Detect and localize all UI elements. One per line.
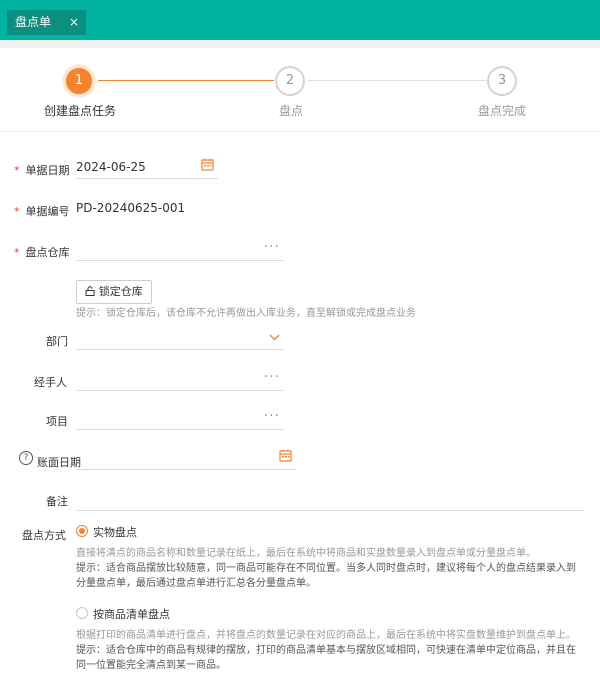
project-field[interactable]: ···: [76, 406, 284, 430]
warehouse-label: * 盘点仓库: [14, 246, 70, 259]
step-connector-pending: [308, 80, 486, 81]
tab-stocktake[interactable]: 盘点单 ×: [7, 10, 86, 35]
remark-label: 备注: [46, 495, 68, 508]
close-icon[interactable]: ×: [69, 10, 79, 35]
department-select[interactable]: [76, 326, 284, 350]
chevron-down-icon[interactable]: [269, 326, 280, 359]
top-bar: 盘点单 ×: [0, 0, 600, 40]
step-2-indicator: 2: [275, 66, 305, 96]
step-1-label: 创建盘点任务: [44, 104, 117, 118]
handler-field[interactable]: ···: [76, 367, 284, 391]
step-1-indicator: 1: [64, 66, 94, 96]
more-icon[interactable]: ···: [264, 237, 280, 257]
method-list-label[interactable]: 按商品清单盘点: [93, 606, 170, 622]
doc-date-value: 2024-06-25: [76, 160, 146, 174]
calendar-icon[interactable]: [201, 155, 214, 179]
lock-icon: [85, 285, 99, 298]
method-list-tip-line: 同一位置能完全清点到某一商品。: [76, 660, 226, 671]
calendar-icon[interactable]: [279, 446, 292, 470]
method-label: 盘点方式: [22, 529, 66, 542]
method-physical-tip-line: 提示：适合商品摆放比较随意，同一商品可能存在不同位置。当多人同时盘点时，建议将每…: [76, 563, 576, 574]
method-physical-desc: 直接将清点的商品名称和数量记录在纸上，最后在系统中将商品和实盘数量录入到盘点单或…: [76, 548, 536, 559]
more-icon[interactable]: ···: [264, 367, 280, 387]
more-icon[interactable]: ···: [264, 406, 280, 426]
step-2-label: 盘点: [279, 104, 304, 118]
method-physical-radio[interactable]: [76, 525, 88, 537]
doc-date-label: * 单据日期: [14, 164, 70, 177]
method-list-desc: 根据打印的商品清单进行盘点，并将盘点的数量记录在对应的商品上，最后在系统中将实盘…: [76, 630, 576, 641]
project-label: 项目: [46, 415, 68, 428]
step-connector-done: [98, 80, 274, 81]
help-icon[interactable]: ?: [19, 451, 33, 465]
book-date-field[interactable]: [76, 446, 296, 470]
doc-no-value: PD-20240625-001: [76, 201, 186, 215]
method-list-tip-line: 提示：适合仓库中的商品有规律的摆放，打印的商品清单基本与摆放区域相同，可快速在清…: [76, 645, 576, 656]
doc-no-label: * 单据编号: [14, 205, 70, 218]
tab-strip: [0, 40, 600, 48]
step-3-indicator: 3: [487, 66, 517, 96]
method-physical-label[interactable]: 实物盘点: [93, 524, 137, 540]
tab-label: 盘点单: [15, 15, 52, 29]
handler-label: 经手人: [34, 376, 67, 389]
method-physical-tip-line: 分量盘点单，最后通过盘点单进行汇总各分量盘点单。: [76, 578, 316, 589]
lock-button-label: 锁定仓库: [98, 285, 143, 298]
remark-field[interactable]: [76, 487, 584, 511]
doc-date-field[interactable]: 2024-06-25: [76, 155, 218, 179]
warehouse-field[interactable]: ···: [76, 237, 284, 261]
department-label: 部门: [46, 335, 68, 348]
stepper: 1 2 3 创建盘点任务 盘点 盘点完成: [0, 48, 600, 132]
lock-hint: 提示：锁定仓库后，该仓库不允许再做出入库业务，直至解锁或完成盘点业务: [76, 308, 416, 319]
method-list-radio[interactable]: [76, 607, 88, 619]
lock-warehouse-button[interactable]: 锁定仓库: [76, 280, 152, 304]
book-date-label: 账面日期: [37, 456, 81, 469]
step-3-label: 盘点完成: [478, 104, 527, 118]
